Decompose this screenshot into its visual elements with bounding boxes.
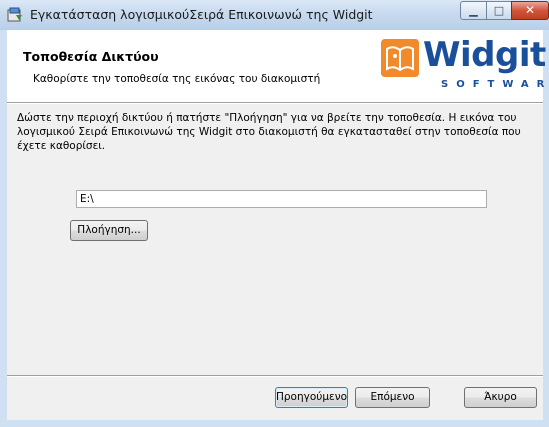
footer-divider [7,375,543,377]
installer-window: Εγκατάσταση λογισμικούΣειρά Επικοινωνώ τ… [0,0,549,427]
header-banner: Τοποθεσία Δικτύου Καθορίστε την τοποθεσί… [7,30,549,102]
minimize-icon: ▁ [469,4,478,17]
widgit-logo: Widgit SOFTWARE [381,35,549,97]
logo-subtext: SOFTWARE [441,79,549,90]
network-path-input[interactable] [76,190,487,208]
close-button[interactable]: ✕ [511,1,549,20]
page-title: Τοποθεσία Δικτύου [23,49,159,64]
next-button[interactable]: Επόμενο [355,387,430,408]
logo-wordmark: Widgit [423,35,546,75]
back-button[interactable]: Προηγούμενο [275,387,348,408]
installer-app-icon [7,7,22,22]
dialog-client-area: Τοποθεσία Δικτύου Καθορίστε την τοποθεσί… [7,30,549,420]
instructions-text: Δώστε την περιοχή δικτύου ή πατήστε "Πλο… [17,112,521,152]
window-title: Εγκατάσταση λογισμικούΣειρά Επικοινωνώ τ… [30,7,373,22]
minimize-button[interactable]: ▁ [460,1,487,20]
cancel-button[interactable]: Άκυρο [464,387,537,408]
page-subtitle: Καθορίστε την τοποθεσία της εικόνας του … [33,73,321,85]
close-icon: ✕ [524,3,536,17]
maximize-button[interactable]: □ [486,1,512,20]
header-divider [7,102,543,104]
browse-button[interactable]: Πλοήγηση... [70,220,148,241]
maximize-icon: □ [493,4,505,17]
title-bar[interactable]: Εγκατάσταση λογισμικούΣειρά Επικοινωνώ τ… [0,0,549,30]
widgit-book-icon [381,39,419,77]
